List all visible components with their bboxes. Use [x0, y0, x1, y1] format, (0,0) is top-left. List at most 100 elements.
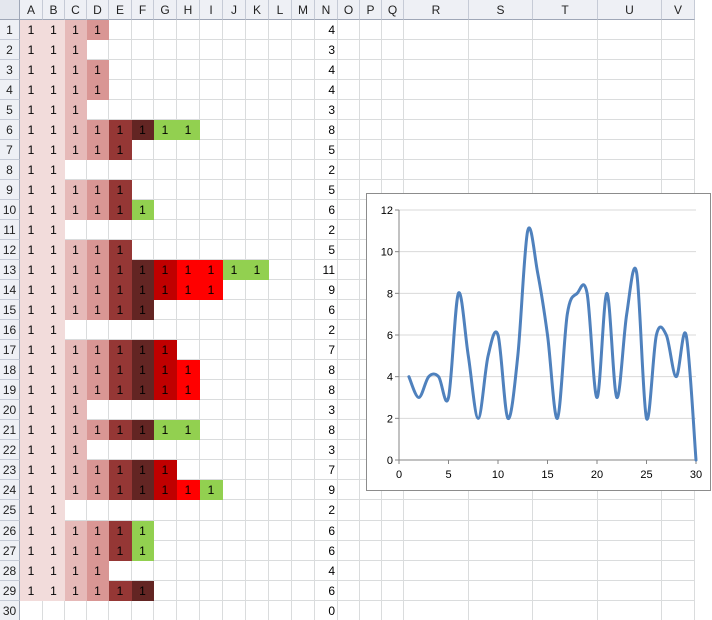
empty-cell-f8[interactable]	[132, 160, 154, 180]
empty-cell-k23[interactable]	[246, 460, 269, 480]
empty-cell-j10[interactable]	[223, 200, 246, 220]
value-cell-d29[interactable]: 1	[87, 581, 109, 601]
value-cell-c24[interactable]: 1	[65, 480, 87, 500]
empty-cell-m19[interactable]	[292, 380, 315, 400]
empty-cell-u7[interactable]	[598, 140, 662, 160]
empty-cell-e4[interactable]	[109, 80, 132, 100]
empty-cell-j16[interactable]	[223, 320, 246, 340]
empty-cell-h20[interactable]	[177, 400, 200, 420]
column-header-r[interactable]: R	[404, 0, 469, 20]
value-cell-d28[interactable]: 1	[87, 561, 109, 581]
empty-cell-o28[interactable]	[338, 561, 360, 581]
empty-cell-g20[interactable]	[154, 400, 177, 420]
empty-cell-j23[interactable]	[223, 460, 246, 480]
empty-cell-l19[interactable]	[269, 380, 292, 400]
count-cell-n30[interactable]: 0	[315, 601, 338, 620]
value-cell-f23[interactable]: 1	[132, 460, 154, 480]
value-cell-h24[interactable]: 1	[177, 480, 200, 500]
empty-cell-k20[interactable]	[246, 400, 269, 420]
count-cell-n21[interactable]: 8	[315, 420, 338, 440]
value-cell-f17[interactable]: 1	[132, 340, 154, 360]
empty-cell-q3[interactable]	[382, 60, 404, 80]
empty-cell-f1[interactable]	[132, 20, 154, 40]
empty-cell-i20[interactable]	[200, 400, 223, 420]
empty-cell-i5[interactable]	[200, 100, 223, 120]
empty-cell-l22[interactable]	[269, 440, 292, 460]
value-cell-g13[interactable]: 1	[154, 260, 177, 280]
empty-cell-h8[interactable]	[177, 160, 200, 180]
empty-cell-l1[interactable]	[269, 20, 292, 40]
value-cell-d12[interactable]: 1	[87, 240, 109, 260]
count-cell-n13[interactable]: 11	[315, 260, 338, 280]
empty-cell-g4[interactable]	[154, 80, 177, 100]
empty-cell-v26[interactable]	[662, 521, 695, 541]
empty-cell-m22[interactable]	[292, 440, 315, 460]
count-cell-n8[interactable]: 2	[315, 160, 338, 180]
value-cell-b5[interactable]: 1	[43, 100, 65, 120]
empty-cell-r27[interactable]	[404, 541, 469, 561]
value-cell-e27[interactable]: 1	[109, 541, 132, 561]
empty-cell-k26[interactable]	[246, 521, 269, 541]
empty-cell-g10[interactable]	[154, 200, 177, 220]
empty-cell-l18[interactable]	[269, 360, 292, 380]
value-cell-g24[interactable]: 1	[154, 480, 177, 500]
count-cell-n9[interactable]: 5	[315, 180, 338, 200]
value-cell-g23[interactable]: 1	[154, 460, 177, 480]
empty-cell-k24[interactable]	[246, 480, 269, 500]
value-cell-d18[interactable]: 1	[87, 360, 109, 380]
empty-cell-j17[interactable]	[223, 340, 246, 360]
empty-cell-i9[interactable]	[200, 180, 223, 200]
row-header-21[interactable]: 21	[0, 420, 20, 440]
count-cell-n6[interactable]: 8	[315, 120, 338, 140]
empty-cell-m25[interactable]	[292, 500, 315, 521]
empty-cell-p30[interactable]	[360, 601, 382, 620]
value-cell-g18[interactable]: 1	[154, 360, 177, 380]
value-cell-c29[interactable]: 1	[65, 581, 87, 601]
empty-cell-o16[interactable]	[338, 320, 360, 340]
empty-cell-t7[interactable]	[533, 140, 598, 160]
value-cell-d4[interactable]: 1	[87, 80, 109, 100]
empty-cell-p2[interactable]	[360, 40, 382, 60]
value-cell-c27[interactable]: 1	[65, 541, 87, 561]
empty-cell-h26[interactable]	[177, 521, 200, 541]
empty-cell-k17[interactable]	[246, 340, 269, 360]
empty-cell-r29[interactable]	[404, 581, 469, 601]
empty-cell-v2[interactable]	[662, 40, 695, 60]
empty-cell-g2[interactable]	[154, 40, 177, 60]
empty-cell-l13[interactable]	[269, 260, 292, 280]
value-cell-d13[interactable]: 1	[87, 260, 109, 280]
empty-cell-g3[interactable]	[154, 60, 177, 80]
empty-cell-o8[interactable]	[338, 160, 360, 180]
empty-cell-k11[interactable]	[246, 220, 269, 240]
empty-cell-t1[interactable]	[533, 20, 598, 40]
select-all-corner[interactable]	[0, 0, 20, 20]
empty-cell-i16[interactable]	[200, 320, 223, 340]
row-header-6[interactable]: 6	[0, 120, 20, 140]
value-cell-g17[interactable]: 1	[154, 340, 177, 360]
value-cell-c22[interactable]: 1	[65, 440, 87, 460]
empty-cell-u2[interactable]	[598, 40, 662, 60]
value-cell-c19[interactable]: 1	[65, 380, 87, 400]
empty-cell-u30[interactable]	[598, 601, 662, 620]
empty-cell-f28[interactable]	[132, 561, 154, 581]
empty-cell-g1[interactable]	[154, 20, 177, 40]
value-cell-g21[interactable]: 1	[154, 420, 177, 440]
value-cell-e24[interactable]: 1	[109, 480, 132, 500]
empty-cell-h17[interactable]	[177, 340, 200, 360]
row-header-25[interactable]: 25	[0, 500, 20, 521]
empty-cell-e30[interactable]	[109, 601, 132, 620]
empty-cell-o17[interactable]	[338, 340, 360, 360]
value-cell-a5[interactable]: 1	[20, 100, 43, 120]
count-cell-n2[interactable]: 3	[315, 40, 338, 60]
empty-cell-l15[interactable]	[269, 300, 292, 320]
value-cell-f15[interactable]: 1	[132, 300, 154, 320]
empty-cell-f5[interactable]	[132, 100, 154, 120]
row-header-23[interactable]: 23	[0, 460, 20, 480]
value-cell-d19[interactable]: 1	[87, 380, 109, 400]
empty-cell-h23[interactable]	[177, 460, 200, 480]
value-cell-a1[interactable]: 1	[20, 20, 43, 40]
value-cell-b28[interactable]: 1	[43, 561, 65, 581]
empty-cell-f30[interactable]	[132, 601, 154, 620]
empty-cell-i18[interactable]	[200, 360, 223, 380]
value-cell-j13[interactable]: 1	[223, 260, 246, 280]
